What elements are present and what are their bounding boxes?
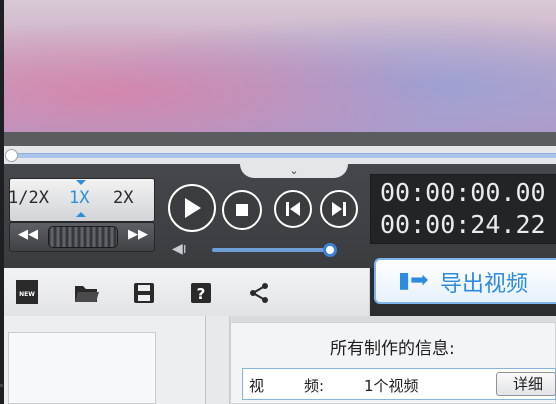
fast-forward-icon[interactable]: ▶▶ xyxy=(128,227,148,242)
step-back-icon xyxy=(286,202,300,216)
speed-option-2x[interactable]: 2X xyxy=(113,188,133,208)
detail-button[interactable]: 详细 xyxy=(496,372,556,396)
info-title: 所有制作的信息: xyxy=(330,339,455,359)
speed-marker-bottom-icon xyxy=(76,212,86,217)
total-time: 00:00:24.22 xyxy=(380,210,546,239)
toolbar xyxy=(4,268,370,316)
current-time: 00:00:00.00 xyxy=(380,178,546,207)
info-row-label-2: 频: xyxy=(304,377,325,395)
play-icon xyxy=(185,198,201,218)
step-forward-icon xyxy=(332,202,346,216)
volume-knob[interactable] xyxy=(323,243,337,257)
progress-knob[interactable] xyxy=(5,149,18,162)
video-preview xyxy=(4,0,556,132)
share-icon[interactable] xyxy=(246,280,272,306)
previous-frame-button[interactable] xyxy=(274,190,312,228)
save-icon[interactable] xyxy=(131,280,157,306)
video-editor-window: ⌄ 1/2X 1X 2X ◀◀ ▶▶ ◀ı 00:00:00.00 00:00:… xyxy=(0,0,556,404)
new-project-icon[interactable]: NEW xyxy=(16,280,38,304)
chevron-down-icon[interactable]: ⌄ xyxy=(286,165,302,176)
panel-marker xyxy=(0,384,3,387)
stop-button[interactable] xyxy=(222,190,262,230)
svg-text:?: ? xyxy=(197,285,206,303)
export-video-label: 导出视频 xyxy=(440,272,529,297)
info-row-label-1: 视 xyxy=(249,377,265,395)
speed-option-half[interactable]: 1/2X xyxy=(8,188,49,208)
stop-icon xyxy=(236,204,248,216)
timeline-strip xyxy=(4,132,556,146)
open-folder-icon[interactable] xyxy=(74,280,100,306)
jog-wheel[interactable] xyxy=(48,226,118,248)
volume-slider[interactable] xyxy=(212,248,330,252)
play-button[interactable] xyxy=(168,184,216,232)
volume-icon[interactable]: ◀ı xyxy=(172,241,187,257)
panel-divider[interactable] xyxy=(206,316,230,404)
progress-fill xyxy=(10,153,556,158)
help-icon[interactable]: ? xyxy=(188,280,214,306)
speed-marker-top-icon xyxy=(76,180,86,185)
rewind-icon[interactable]: ◀◀ xyxy=(18,227,38,242)
speed-option-1x[interactable]: 1X xyxy=(69,188,89,208)
next-frame-button[interactable] xyxy=(320,190,358,228)
info-row-value: 1个视频 xyxy=(364,377,419,395)
export-arrow-icon: ▮➡ xyxy=(398,268,429,293)
media-thumbnail[interactable] xyxy=(8,332,156,404)
